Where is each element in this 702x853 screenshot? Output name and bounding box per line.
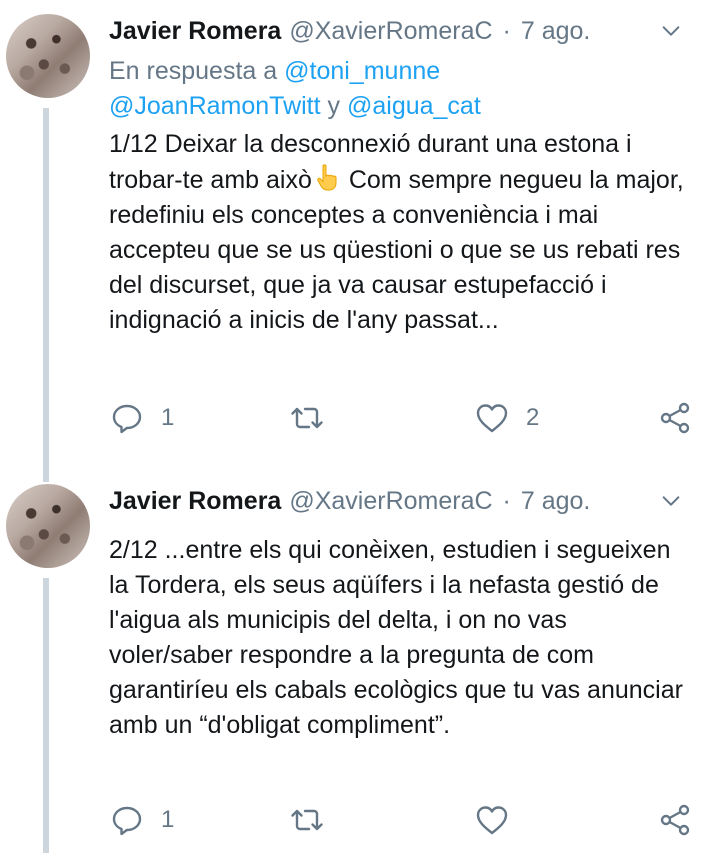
mention-link[interactable]: @aigua_cat [347,92,481,120]
chevron-down-icon[interactable] [660,490,682,512]
retweet-button[interactable] [289,398,341,438]
reply-button[interactable]: 1 [109,800,174,840]
like-icon [476,806,508,835]
reply-icon [112,806,142,836]
author-name[interactable]: Javier Romera [109,487,281,516]
tweet[interactable]: Javier Romera @XavierRomeraC · 7 ago. 2/… [0,470,702,853]
reply-button[interactable]: 1 [109,398,174,438]
mention-link[interactable]: @toni_munne [284,57,440,85]
like-count: 2 [526,404,540,431]
separator: · [502,16,511,45]
retweet-icon [291,809,323,831]
share-icon [660,402,690,434]
tweet-actions: 1 [109,800,699,840]
mention-link[interactable]: @JoanRamonTwitt [109,92,321,120]
avatar[interactable] [6,484,90,568]
tweet-text: 1/12 Deixar la desconnexió durant una es… [109,127,689,338]
avatar[interactable] [6,14,90,98]
reply-count: 1 [161,404,175,431]
reply-count: 1 [161,806,175,833]
tweet-header: Javier Romera @XavierRomeraC · 7 ago. [109,484,682,518]
timestamp[interactable]: 7 ago. [521,487,591,516]
author-handle[interactable]: @XavierRomeraC [289,17,492,46]
thread-line [43,578,49,853]
reply-context: En respuesta a @toni_munne @JoanRamonTwit… [109,54,679,124]
author-handle[interactable]: @XavierRomeraC [289,487,492,516]
tweet-actions: 1 2 [109,398,699,438]
retweet-icon [291,407,323,429]
tweet[interactable]: Javier Romera @XavierRomeraC · 7 ago. En… [0,0,702,482]
share-button[interactable] [657,398,693,438]
thread-line [43,108,49,482]
like-button[interactable] [474,800,526,840]
tweet-header: Javier Romera @XavierRomeraC · 7 ago. [109,14,682,48]
timestamp[interactable]: 7 ago. [521,17,591,46]
share-button[interactable] [657,800,693,840]
like-button[interactable]: 2 [474,398,539,438]
reply-prefix: En respuesta a [109,57,285,85]
chevron-down-icon[interactable] [660,20,682,42]
like-icon [476,404,508,433]
reply-joiner: y [320,92,347,120]
pointing-up-hand-icon [317,164,337,191]
share-icon [660,804,690,836]
tweet-text: 2/12 ...entre els qui conèixen, estudien… [109,536,683,739]
separator: · [502,486,511,515]
retweet-button[interactable] [289,800,341,840]
author-name[interactable]: Javier Romera [109,17,281,46]
reply-icon [112,404,142,434]
